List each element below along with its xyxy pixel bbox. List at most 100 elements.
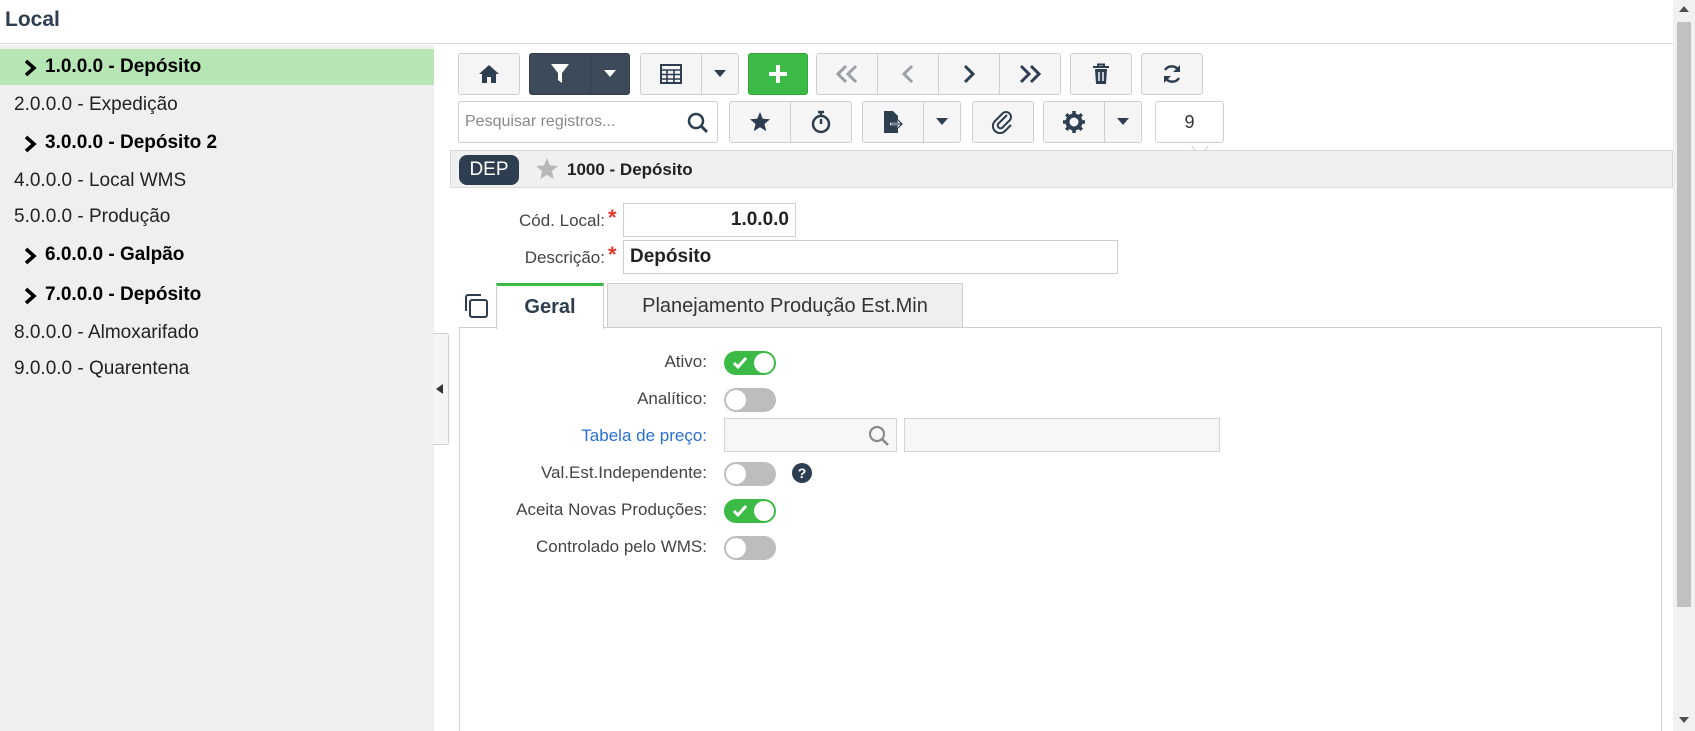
favorite-button[interactable] [729, 101, 791, 143]
tree-item-label: 8.0.0.0 - Almoxarifado [14, 322, 199, 343]
prev-icon [901, 64, 914, 84]
tree-item-9[interactable]: 9.0.0.0 - Quarentena [0, 351, 434, 387]
trash-icon [1093, 63, 1109, 84]
timer-icon [811, 110, 831, 134]
wms-toggle[interactable] [724, 536, 776, 560]
required-mark: * [608, 242, 617, 267]
cod-local-label: Cód. Local: [519, 211, 605, 230]
chevron-right-icon [24, 247, 37, 265]
tree-item-5[interactable]: 5.0.0.0 - Produção [0, 199, 434, 235]
window-title: Local [5, 8, 60, 31]
plus-icon [769, 65, 787, 83]
paperclip-icon [991, 111, 1012, 134]
title-bar: Local [0, 0, 1673, 44]
gear-icon [1063, 111, 1085, 133]
caret-down-icon [936, 118, 948, 125]
toggle-knob [726, 538, 746, 558]
filter-dropdown-button[interactable] [590, 53, 630, 95]
scroll-thumb[interactable] [1677, 22, 1691, 607]
settings-dropdown-button[interactable] [1104, 101, 1142, 143]
ativo-label: Ativo: [664, 352, 707, 371]
check-icon [732, 357, 748, 370]
tabela-preco-link[interactable]: Tabela de preço: [581, 426, 707, 446]
tab-panel-geral: Ativo: Analítico: Tabela de preço: Val.E… [459, 327, 1662, 731]
next-icon [963, 64, 976, 84]
tree-sidebar: 1.0.0.0 - Depósito 2.0.0.0 - Expedição 3… [0, 45, 434, 731]
scroll-up-icon[interactable] [1679, 6, 1689, 12]
tree-item-4[interactable]: 4.0.0.0 - Local WMS [0, 163, 434, 199]
aceita-label: Aceita Novas Produções: [516, 500, 707, 519]
search-icon[interactable] [868, 425, 890, 447]
refresh-button[interactable] [1141, 53, 1203, 95]
tree-item-label: 7.0.0.0 - Depósito [45, 284, 202, 305]
chevron-right-icon [24, 135, 37, 153]
tree-item-label: 2.0.0.0 - Expedição [14, 94, 178, 115]
last-record-button[interactable] [999, 53, 1061, 95]
sidebar-collapse-handle[interactable] [433, 333, 449, 445]
val-est-label: Val.Est.Independente: [540, 463, 707, 482]
tree-item-label: 5.0.0.0 - Produção [14, 206, 171, 227]
settings-button[interactable] [1043, 101, 1105, 143]
export-dropdown-button[interactable] [923, 101, 961, 143]
tree-item-label: 3.0.0.0 - Depósito 2 [45, 132, 218, 153]
analitico-toggle[interactable] [724, 388, 776, 412]
search-field [458, 101, 718, 143]
grid-dropdown-button[interactable] [701, 53, 739, 95]
tree-item-7[interactable]: 7.0.0.0 - Depósito [0, 277, 434, 313]
first-record-button[interactable] [816, 53, 878, 95]
ativo-toggle[interactable] [724, 351, 776, 375]
record-header: DEP 1000 - Depósito [450, 150, 1673, 188]
search-input[interactable] [459, 102, 683, 142]
attachments-button[interactable] [972, 101, 1034, 143]
chevron-right-icon [24, 59, 37, 77]
label-column: Ativo: Analítico: Tabela de preço: Val.E… [460, 328, 707, 628]
chevron-right-icon [24, 287, 37, 305]
first-icon [835, 64, 858, 84]
val-est-toggle[interactable] [724, 462, 776, 486]
search-icon[interactable] [687, 112, 709, 134]
tree-item-1[interactable]: 1.0.0.0 - Depósito [0, 49, 434, 85]
timer-button[interactable] [790, 101, 852, 143]
copy-icon[interactable] [463, 293, 489, 319]
home-button[interactable] [458, 53, 520, 95]
export-icon [884, 111, 904, 133]
tree-item-6[interactable]: 6.0.0.0 - Galpão [0, 237, 434, 273]
scroll-down-icon[interactable] [1679, 717, 1689, 723]
toggle-knob [726, 390, 746, 410]
cod-local-field[interactable]: 1.0.0.0 [623, 203, 796, 237]
descricao-field[interactable]: Depósito [623, 240, 1118, 274]
required-mark: * [608, 205, 617, 230]
grid-view-button[interactable] [640, 53, 702, 95]
tree-item-label: 9.0.0.0 - Quarentena [14, 358, 190, 379]
next-record-button[interactable] [938, 53, 1000, 95]
record-title: 1000 - Depósito [567, 160, 693, 179]
page-scrollbar[interactable] [1673, 0, 1695, 731]
caret-down-icon [604, 70, 616, 77]
help-icon[interactable]: ? [792, 463, 812, 483]
tree-item-label: 6.0.0.0 - Galpão [45, 244, 185, 265]
tabela-preco-code-field[interactable] [724, 418, 897, 452]
home-icon [479, 65, 499, 83]
wms-label: Controlado pelo WMS: [535, 537, 707, 556]
prev-record-button[interactable] [877, 53, 939, 95]
analitico-label: Analítico: [637, 389, 707, 408]
descricao-label: Descrição: [524, 248, 605, 267]
tree-item-label: 4.0.0.0 - Local WMS [14, 170, 187, 191]
aceita-toggle[interactable] [724, 499, 776, 523]
tabela-preco-description-field [904, 418, 1220, 452]
star-icon[interactable] [534, 157, 560, 181]
tree-item-8[interactable]: 8.0.0.0 - Almoxarifado [0, 315, 434, 351]
tree-item-3[interactable]: 3.0.0.0 - Depósito 2 [0, 125, 434, 161]
toggle-knob [754, 501, 774, 521]
filter-button[interactable] [529, 53, 591, 95]
grid-icon [660, 64, 682, 84]
tree-item-2[interactable]: 2.0.0.0 - Expedição [0, 87, 434, 123]
export-button[interactable] [862, 101, 924, 143]
tab-geral[interactable]: Geral [496, 283, 604, 329]
add-button[interactable] [748, 53, 808, 95]
delete-button[interactable] [1070, 53, 1132, 95]
tab-planejamento[interactable]: Planejamento Produção Est.Min [607, 283, 963, 327]
toggle-knob [754, 353, 774, 373]
check-icon [732, 505, 748, 518]
last-icon [1019, 64, 1042, 84]
